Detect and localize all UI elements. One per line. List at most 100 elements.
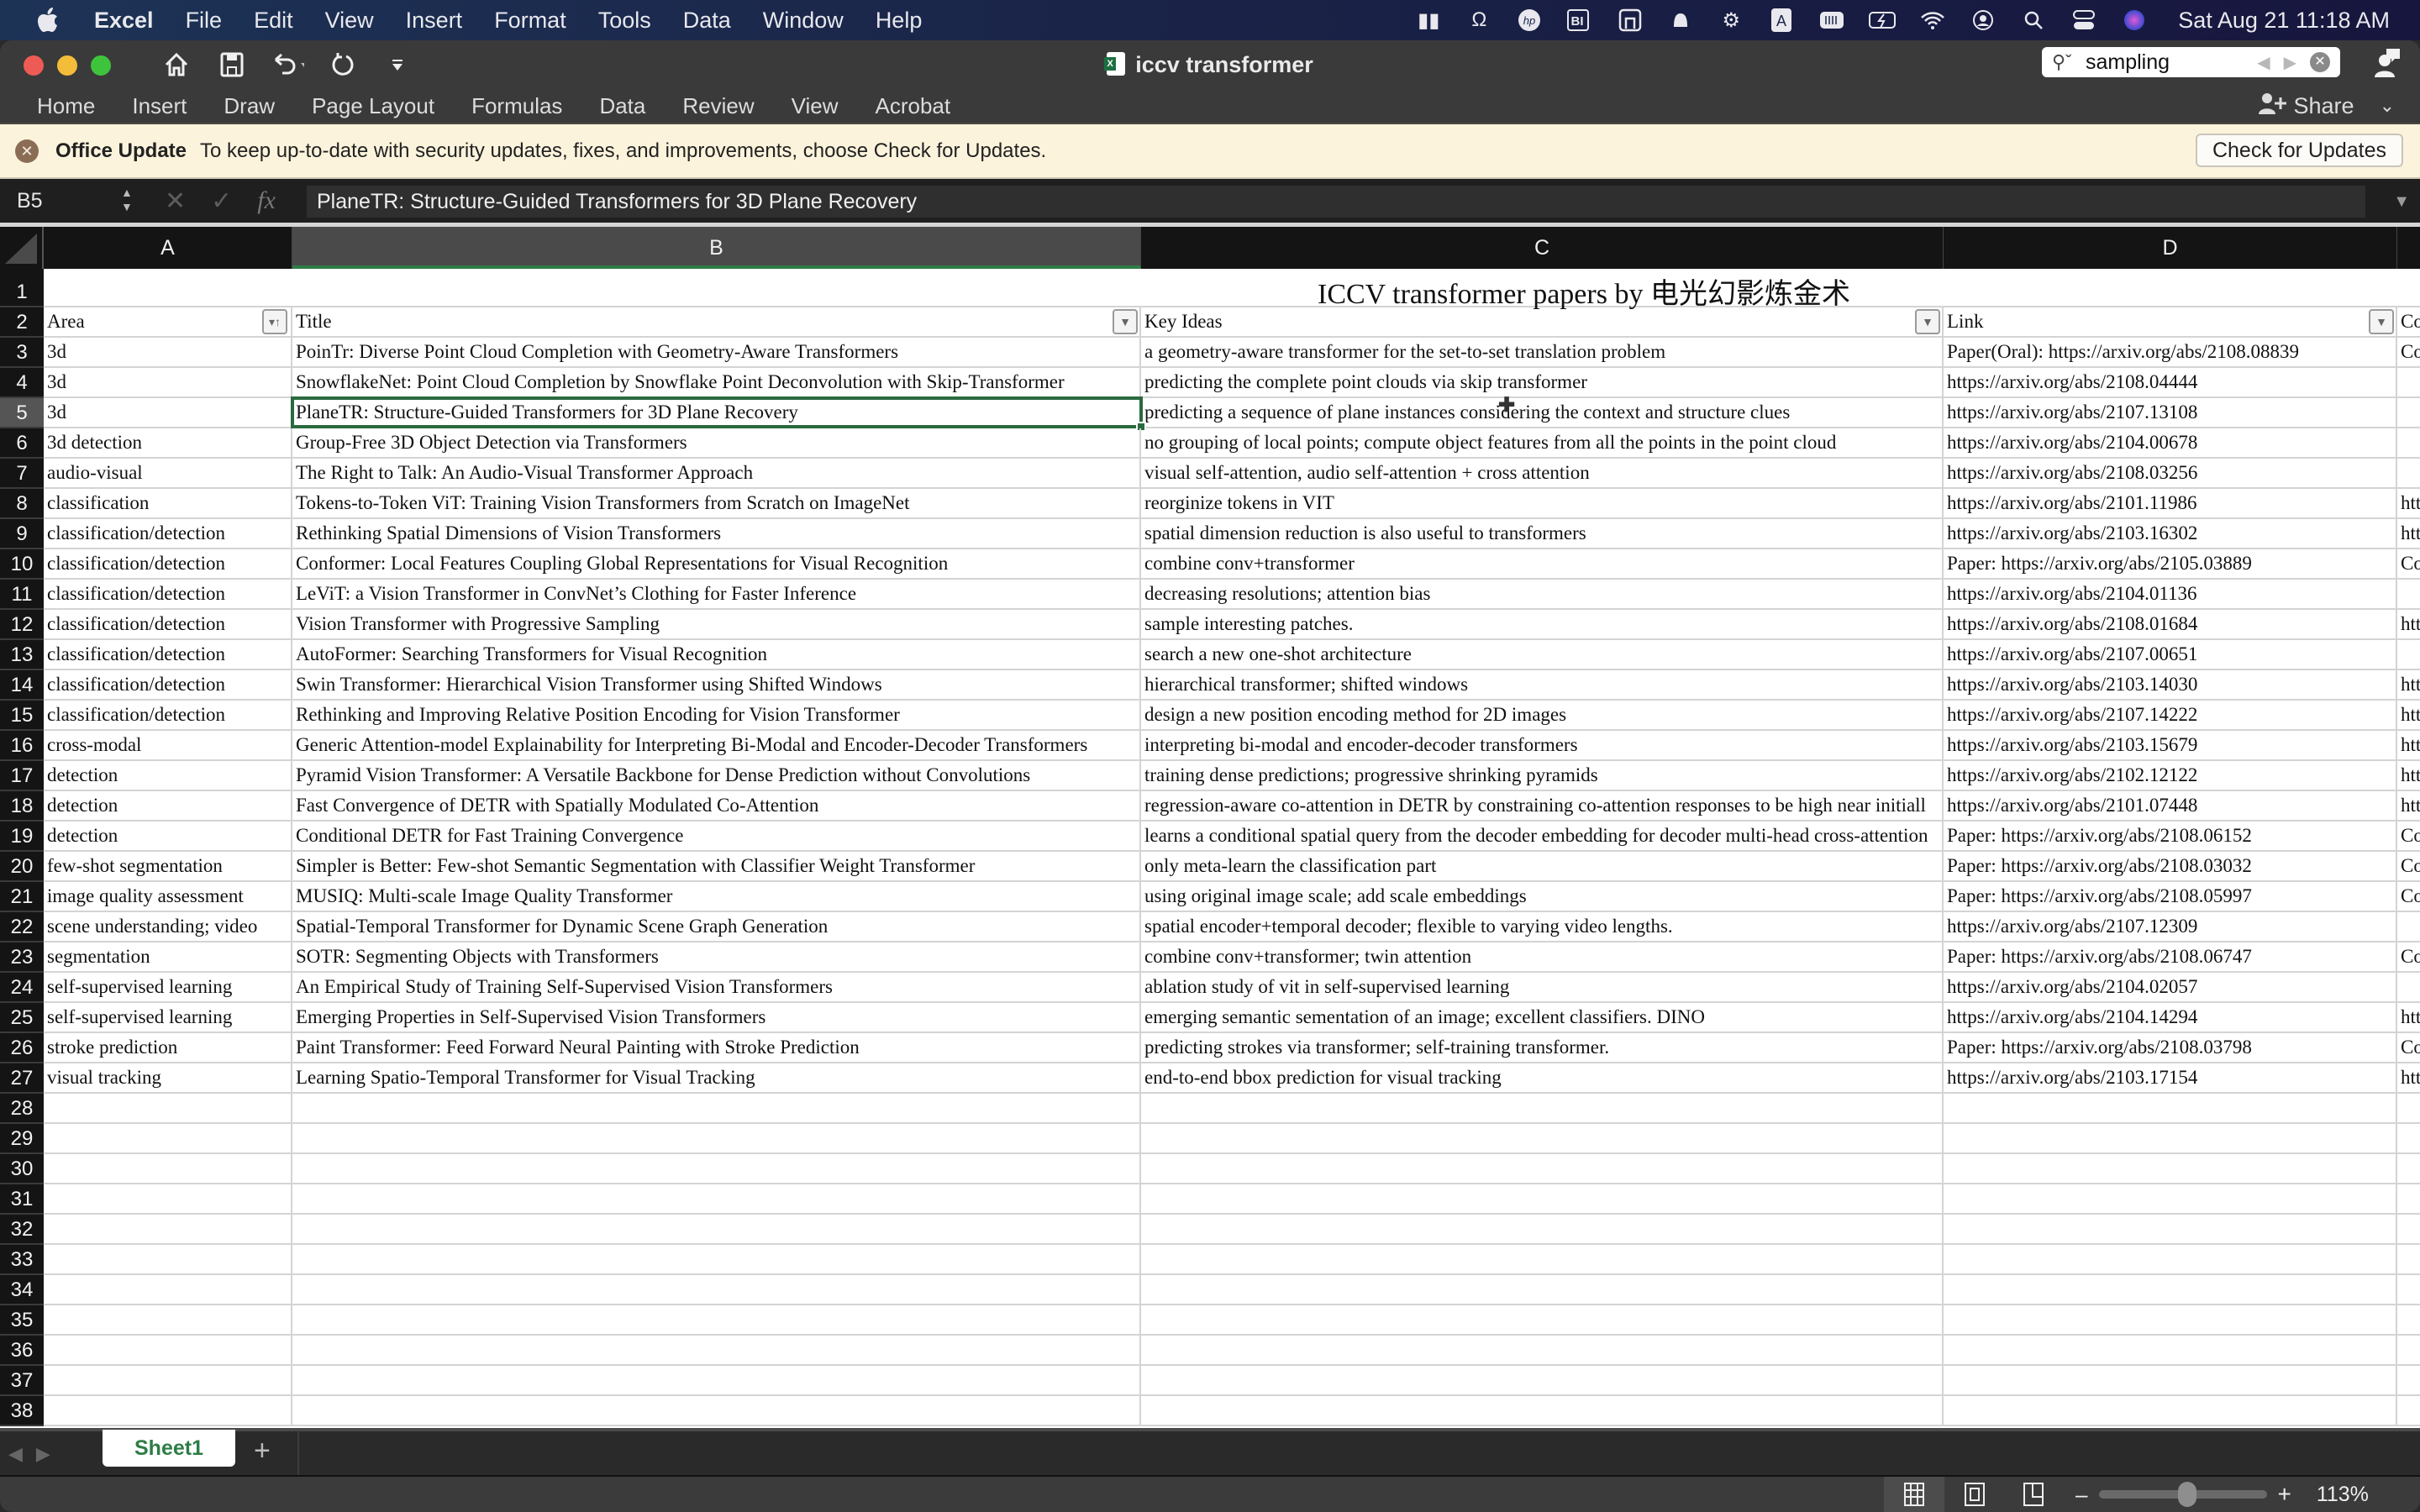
column-e-cell[interactable]: htt — [2397, 1063, 2420, 1092]
search-next-icon[interactable]: ▶ — [2284, 52, 2296, 73]
zoom-in-button[interactable]: + — [2277, 1481, 2291, 1508]
key-ideas-cell[interactable]: regression-aware co-attention in DETR by… — [1141, 791, 1944, 820]
key-ideas-cell[interactable]: emerging semantic sementation of an imag… — [1141, 1003, 1944, 1032]
title-cell[interactable]: Vision Transformer with Progressive Samp… — [292, 610, 1141, 638]
link-cell[interactable]: https://arxiv.org/abs/2107.14222 — [1944, 701, 2397, 729]
empty-cell[interactable] — [292, 1396, 1141, 1425]
key-ideas-cell[interactable]: a geometry-aware transformer for the set… — [1141, 338, 1944, 366]
row-header[interactable]: 25 — [0, 1003, 44, 1033]
empty-cell[interactable] — [44, 1184, 292, 1213]
key-ideas-cell[interactable]: predicting the complete point clouds via… — [1141, 368, 1944, 396]
header-cell-e[interactable]: Co — [2397, 307, 2420, 336]
column-e-cell[interactable]: htt — [2397, 519, 2420, 548]
link-cell[interactable]: https://arxiv.org/abs/2108.04444 — [1944, 368, 2397, 396]
area-cell[interactable]: 3d — [44, 398, 292, 427]
row-header[interactable]: 7 — [0, 459, 44, 489]
empty-cell[interactable] — [1944, 1124, 2397, 1152]
empty-cell[interactable] — [292, 1336, 1141, 1364]
column-e-cell[interactable]: htt — [2397, 670, 2420, 699]
empty-cell[interactable] — [1944, 1396, 2397, 1425]
sort-ascending-filter-icon[interactable]: ▾↑ — [262, 309, 287, 334]
row-header[interactable]: 16 — [0, 731, 44, 761]
empty-cell[interactable] — [1141, 1336, 1944, 1364]
search-input[interactable]: sampling — [2086, 50, 2257, 75]
key-ideas-cell[interactable]: search a new one-shot architecture — [1141, 640, 1944, 669]
keyboard-icon[interactable] — [1818, 8, 1845, 33]
key-ideas-cell[interactable]: combine conv+transformer — [1141, 549, 1944, 578]
key-ideas-cell[interactable]: training dense predictions; progressive … — [1141, 761, 1944, 790]
menu-view[interactable]: View — [325, 8, 374, 34]
link-cell[interactable]: https://arxiv.org/abs/2101.11986 — [1944, 489, 2397, 517]
area-cell[interactable]: self-supervised learning — [44, 973, 292, 1001]
expand-formula-bar-icon[interactable]: ▼ — [2393, 192, 2410, 212]
menu-format[interactable]: Format — [494, 8, 566, 34]
row-header[interactable]: 10 — [0, 549, 44, 580]
empty-cell[interactable] — [44, 1396, 292, 1425]
area-cell[interactable]: detection — [44, 761, 292, 790]
area-cell[interactable]: segmentation — [44, 942, 292, 971]
link-cell[interactable]: Paper: https://arxiv.org/abs/2108.06152 — [1944, 822, 2397, 850]
area-cell[interactable]: classification/detection — [44, 519, 292, 548]
title-cell[interactable]: PlaneTR: Structure-Guided Transformers f… — [292, 398, 1141, 427]
empty-cell[interactable] — [1944, 1154, 2397, 1183]
empty-cell[interactable] — [1141, 1305, 1944, 1334]
title-cell[interactable]: Swin Transformer: Hierarchical Vision Tr… — [292, 670, 1141, 699]
tab-home[interactable]: Home — [37, 93, 95, 119]
empty-cell[interactable] — [2397, 1124, 2420, 1152]
row-header[interactable]: 38 — [0, 1396, 44, 1426]
row-header[interactable]: 5 — [0, 398, 44, 428]
area-cell[interactable]: scene understanding; video — [44, 912, 292, 941]
title-cell[interactable]: Pyramid Vision Transformer: A Versatile … — [292, 761, 1141, 790]
area-cell[interactable]: classification/detection — [44, 701, 292, 729]
link-cell[interactable]: https://arxiv.org/abs/2101.07448 — [1944, 791, 2397, 820]
area-cell[interactable]: classification/detection — [44, 610, 292, 638]
column-e-cell[interactable] — [2397, 398, 2420, 427]
row-header[interactable]: 36 — [0, 1336, 44, 1366]
empty-cell[interactable] — [44, 1215, 292, 1243]
headphones-icon[interactable]: Ω — [1465, 8, 1492, 33]
area-cell[interactable]: classification — [44, 489, 292, 517]
title-cell[interactable]: SnowflakeNet: Point Cloud Completion by … — [292, 368, 1141, 396]
title-cell[interactable]: SOTR: Segmenting Objects with Transforme… — [292, 942, 1141, 971]
tab-page-layout[interactable]: Page Layout — [312, 93, 434, 119]
row-header[interactable]: 20 — [0, 852, 44, 882]
empty-cell[interactable] — [1141, 1215, 1944, 1243]
link-cell[interactable]: Paper(Oral): https://arxiv.org/abs/2108.… — [1944, 338, 2397, 366]
link-cell[interactable]: https://arxiv.org/abs/2104.14294 — [1944, 1003, 2397, 1032]
empty-cell[interactable] — [2397, 1154, 2420, 1183]
tab-view[interactable]: View — [792, 93, 839, 119]
title-cell[interactable]: MUSIQ: Multi-scale Image Quality Transfo… — [292, 882, 1141, 911]
empty-cell[interactable] — [1141, 1396, 1944, 1425]
tab-acrobat[interactable]: Acrobat — [876, 93, 951, 119]
empty-cell[interactable] — [1944, 1275, 2397, 1304]
control-center-icon[interactable] — [2070, 8, 2097, 33]
title-cell[interactable]: Fast Convergence of DETR with Spatially … — [292, 791, 1141, 820]
column-e-cell[interactable]: Co — [2397, 822, 2420, 850]
column-header-d[interactable]: D — [1944, 227, 2397, 269]
title-cell[interactable]: Tokens-to-Token ViT: Training Vision Tra… — [292, 489, 1141, 517]
row-header[interactable]: 19 — [0, 822, 44, 852]
link-cell[interactable]: Paper: https://arxiv.org/abs/2108.06747 — [1944, 942, 2397, 971]
search-sheet-field[interactable]: ⚲ˇ sampling ◀ ▶ ✕ — [2042, 47, 2340, 77]
title-cell[interactable]: Rethinking Spatial Dimensions of Vision … — [292, 519, 1141, 548]
title-cell[interactable]: Emerging Properties in Self-Supervised V… — [292, 1003, 1141, 1032]
area-cell[interactable]: classification/detection — [44, 670, 292, 699]
tab-data[interactable]: Data — [599, 93, 645, 119]
link-cell[interactable]: Paper: https://arxiv.org/abs/2108.05997 — [1944, 882, 2397, 911]
column-header-b[interactable]: B — [292, 227, 1141, 269]
empty-cell[interactable] — [1944, 1094, 2397, 1122]
zoom-out-button[interactable]: – — [2075, 1482, 2087, 1508]
row-header[interactable]: 24 — [0, 973, 44, 1003]
microphone-icon[interactable]: ⚙ — [1718, 8, 1744, 33]
empty-cell[interactable] — [2397, 1184, 2420, 1213]
column-e-cell[interactable] — [2397, 428, 2420, 457]
row-header[interactable]: 35 — [0, 1305, 44, 1336]
empty-cell[interactable] — [292, 1215, 1141, 1243]
name-box-stepper-icon[interactable]: ▲ ▼ — [121, 186, 133, 214]
page-break-view-button[interactable] — [2003, 1477, 2064, 1512]
empty-cell[interactable] — [1141, 1366, 1944, 1394]
key-ideas-cell[interactable]: ablation study of vit in self-supervised… — [1141, 973, 1944, 1001]
notification-bell-icon[interactable] — [1667, 8, 1694, 33]
key-ideas-cell[interactable]: only meta-learn the classification part — [1141, 852, 1944, 880]
row-header[interactable]: 9 — [0, 519, 44, 549]
